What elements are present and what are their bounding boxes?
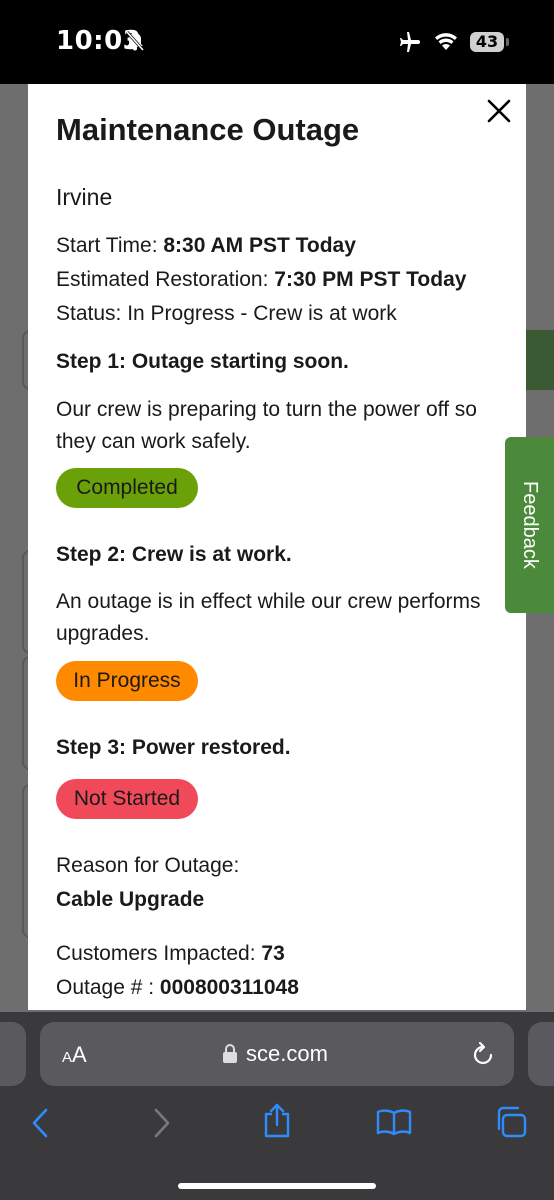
step-3-badge: Not Started: [56, 779, 198, 819]
back-icon[interactable]: [30, 1108, 50, 1138]
url-text[interactable]: sce.com: [246, 1041, 328, 1067]
battery-level: 43: [470, 32, 504, 52]
lock-icon: [223, 1044, 237, 1063]
bell-slash-icon: [125, 31, 145, 51]
customers-value: 73: [261, 942, 285, 965]
step-1-title: Step 1: Outage starting soon.: [56, 350, 349, 373]
aa-small: A: [62, 1049, 73, 1066]
outage-modal: Maintenance Outage Irvine Start Time: 8:…: [28, 84, 526, 1010]
step-1-badge: Completed: [56, 468, 198, 508]
browser-toolbar: AA sce.com: [0, 1012, 554, 1200]
airplane-icon: [400, 32, 420, 52]
battery-tip: [506, 38, 509, 46]
step-2-badge: In Progress: [56, 661, 198, 701]
reason-value: Cable Upgrade: [56, 888, 205, 911]
share-icon[interactable]: [262, 1102, 292, 1138]
reason-label: Reason for Outage:: [56, 854, 240, 877]
address-bar[interactable]: AA sce.com: [40, 1022, 514, 1086]
start-time-value: 8:30 AM PST Today: [163, 234, 356, 257]
step-2-title: Step 2: Crew is at work.: [56, 543, 292, 566]
tabs-icon[interactable]: [494, 1106, 528, 1138]
status-bar: 10:03 43: [0, 0, 554, 84]
start-time-row: Start Time: 8:30 AM PST Today: [56, 234, 356, 258]
wifi-icon: [435, 33, 457, 50]
feedback-tab[interactable]: Feedback: [505, 437, 554, 613]
next-tab-preview[interactable]: [528, 1022, 554, 1086]
city-name: Irvine: [56, 184, 113, 210]
feedback-label: Feedback: [519, 481, 541, 569]
customers-row: Customers Impacted: 73: [56, 942, 285, 966]
forward-icon[interactable]: [152, 1108, 172, 1138]
aa-large: A: [72, 1042, 87, 1067]
previous-tab-preview[interactable]: [0, 1022, 26, 1086]
restoration-row: Estimated Restoration: 7:30 PM PST Today: [56, 268, 466, 292]
status-line: Status: In Progress - Crew is at work: [56, 302, 397, 325]
outage-number-label: Outage # :: [56, 976, 160, 999]
restoration-value: 7:30 PM PST Today: [274, 268, 467, 291]
restoration-label: Estimated Restoration:: [56, 268, 275, 291]
step-3-title: Step 3: Power restored.: [56, 736, 291, 759]
start-time-label: Start Time:: [56, 234, 164, 257]
reader-settings-button[interactable]: AA: [62, 1042, 87, 1068]
step-1-description: Our crew is preparing to turn the power …: [56, 398, 477, 453]
step-2-description: An outage is in effect while our crew pe…: [56, 590, 481, 645]
close-icon[interactable]: [484, 96, 514, 126]
bookmarks-icon[interactable]: [376, 1108, 412, 1136]
home-indicator: [178, 1183, 376, 1189]
outage-number-value: 000800311048: [159, 976, 299, 999]
background-button: [524, 330, 554, 390]
outage-number-row: Outage # : 000800311048: [56, 976, 299, 1000]
customers-label: Customers Impacted:: [56, 942, 262, 965]
reload-icon[interactable]: [470, 1040, 496, 1068]
modal-title: Maintenance Outage: [56, 112, 360, 147]
